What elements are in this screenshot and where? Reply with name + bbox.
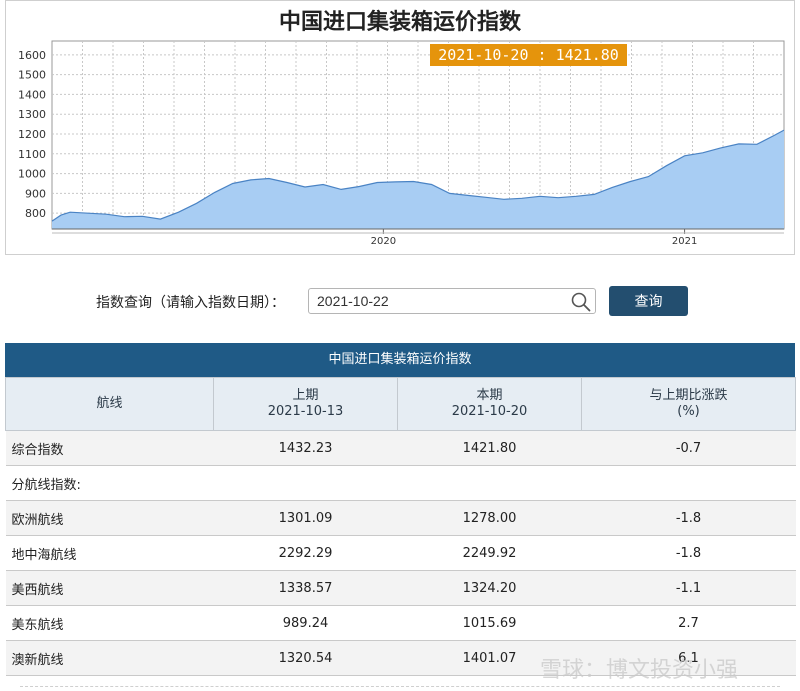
watermark: 雪球：博文投资小强: [540, 658, 739, 683]
header-route: 航线: [5, 377, 214, 431]
query-row: 指数查询（请输入指数日期）： 查询: [0, 286, 800, 318]
value-cell: 1338.57: [213, 570, 398, 606]
table-row: 美西航线 1338.57 1324.20 -1.1: [5, 570, 796, 606]
y-tick-label: 1600: [18, 49, 46, 62]
header-current: 本期 2021-10-20: [397, 377, 582, 431]
value-cell: 1320.54: [213, 640, 398, 676]
table-row: 综合指数 1432.23 1421.80 -0.7: [5, 430, 796, 466]
value-cell: 1301.09: [213, 500, 398, 536]
value-cell: [213, 465, 398, 501]
header-line: 航线: [96, 396, 123, 411]
y-tick-label: 900: [25, 187, 46, 200]
route-cell: 欧洲航线: [5, 500, 214, 536]
value-cell: -1.8: [581, 500, 796, 536]
y-tick-label: 1100: [18, 148, 46, 161]
header-change: 与上期比涨跌 (%): [581, 377, 796, 431]
index-table-section: 中国进口集装箱运价指数 航线 上期 2021-10-13 本期 2021-10-20…: [5, 343, 796, 676]
y-tick-label: 1000: [18, 168, 46, 181]
header-line: 2021-10-20: [451, 404, 528, 419]
date-input[interactable]: [317, 289, 557, 313]
value-cell: [397, 465, 582, 501]
y-tick-label: 1300: [18, 108, 46, 121]
y-tick-label: 1400: [18, 88, 46, 101]
value-cell: -1.8: [581, 535, 796, 571]
header-line: 本期: [476, 388, 503, 403]
value-cell: -0.7: [581, 430, 796, 466]
date-input-box[interactable]: [308, 288, 596, 314]
value-cell: 2.7: [581, 605, 796, 641]
search-icon[interactable]: [570, 291, 592, 313]
value-cell: [581, 465, 796, 501]
value-cell: 1432.23: [213, 430, 398, 466]
table-row: 分航线指数:: [5, 465, 796, 501]
value-cell: -1.1: [581, 570, 796, 606]
header-line: 2021-10-13: [267, 404, 344, 419]
value-cell: 989.24: [213, 605, 398, 641]
route-cell: 美西航线: [5, 570, 214, 606]
y-tick-label: 1500: [18, 69, 46, 82]
bottom-divider: [20, 686, 780, 688]
x-tick-label: 2021: [672, 236, 697, 247]
table-row: 地中海航线 2292.29 2249.92 -1.8: [5, 535, 796, 571]
y-tick-label: 1200: [18, 128, 46, 141]
chart-tooltip: 2021-10-20 : 1421.80: [430, 44, 627, 66]
table-header-row: 航线 上期 2021-10-13 本期 2021-10-20 与上期比涨跌 (%): [5, 377, 796, 431]
query-label: 指数查询（请输入指数日期）：: [96, 295, 285, 311]
table-caption: 中国进口集装箱运价指数: [5, 343, 795, 377]
chart-title: 中国进口集装箱运价指数: [278, 9, 521, 35]
header-line: 上期: [292, 388, 319, 403]
price-index-chart: 800 900 1000 1100 1200 1300 1400 1500 1600 2020 20…: [18, 40, 785, 247]
value-cell: 2249.92: [397, 535, 582, 571]
index-table: 航线 上期 2021-10-13 本期 2021-10-20 与上期比涨跌 (%) 综…: [5, 377, 796, 676]
value-cell: 2292.29: [213, 535, 398, 571]
header-previous: 上期 2021-10-13: [213, 377, 398, 431]
route-cell: 澳新航线: [5, 640, 214, 676]
route-cell: 地中海航线: [5, 535, 214, 571]
value-cell: 1015.69: [397, 605, 582, 641]
table-row: 美东航线 989.24 1015.69 2.7: [5, 605, 796, 641]
route-cell: 分航线指数:: [5, 465, 214, 501]
table-row: 欧洲航线 1301.09 1278.00 -1.8: [5, 500, 796, 536]
header-line: (%): [677, 404, 700, 419]
value-cell: 1324.20: [397, 570, 582, 606]
value-cell: 1421.80: [397, 430, 582, 466]
route-cell: 综合指数: [5, 430, 214, 466]
header-line: 与上期比涨跌: [649, 388, 728, 403]
route-cell: 美东航线: [5, 605, 214, 641]
query-button[interactable]: 查询: [609, 286, 688, 316]
value-cell: 1278.00: [397, 500, 582, 536]
x-tick-label: 2020: [371, 236, 396, 247]
y-tick-label: 800: [25, 207, 46, 220]
